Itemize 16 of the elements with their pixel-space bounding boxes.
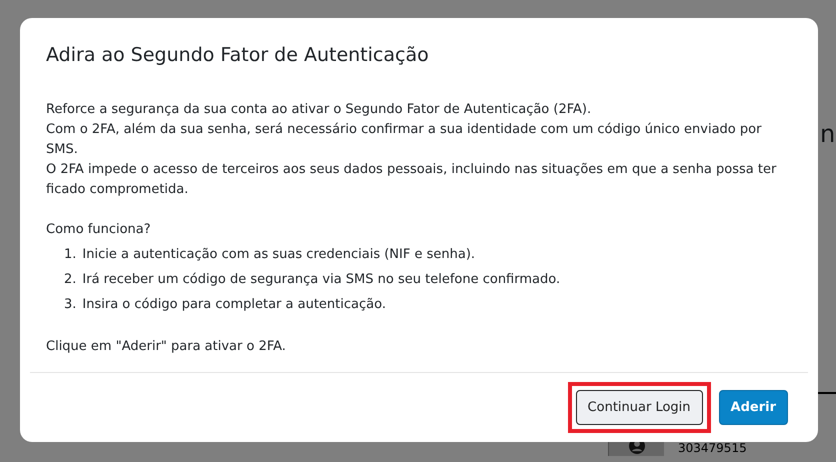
step-number: 2.	[64, 271, 76, 289]
step-number: 1.	[64, 246, 76, 264]
dialog-title: Adira ao Segundo Fator de Autenticação	[46, 44, 430, 67]
continue-login-button[interactable]: Continuar Login	[576, 390, 703, 426]
paragraph: Reforce a segurança da sua conta ao ativar o Segundo Fator de Autenticação (2FA).	[46, 101, 592, 119]
page-heading: n	[820, 122, 836, 146]
step-number: 3.	[64, 296, 76, 314]
step-text: Irá receber um código de segurança via SMS no seu telefone confirmado.	[82, 271, 560, 289]
join-button[interactable]: Aderir	[718, 390, 788, 426]
step-text: Inicie a autenticação com as suas credenciais (NIF e senha).	[82, 246, 476, 264]
paragraph: O 2FA impede o acesso de terceiros aos seus dados pessoais, incluindo nas situações em que a senha possa ter ficado comprometida.	[46, 161, 778, 199]
step-text: Insira o código para completar a autenticação.	[82, 296, 386, 314]
table-cell: 303479515	[678, 442, 747, 455]
section-heading: Como funciona?	[46, 221, 152, 239]
paragraph: Clique em "Aderir" para ativar o 2FA.	[46, 338, 287, 356]
paragraph: Com o 2FA, além da sua senha, será necessário confirmar a sua identidade com um código único enviado por SMS.	[46, 121, 762, 159]
